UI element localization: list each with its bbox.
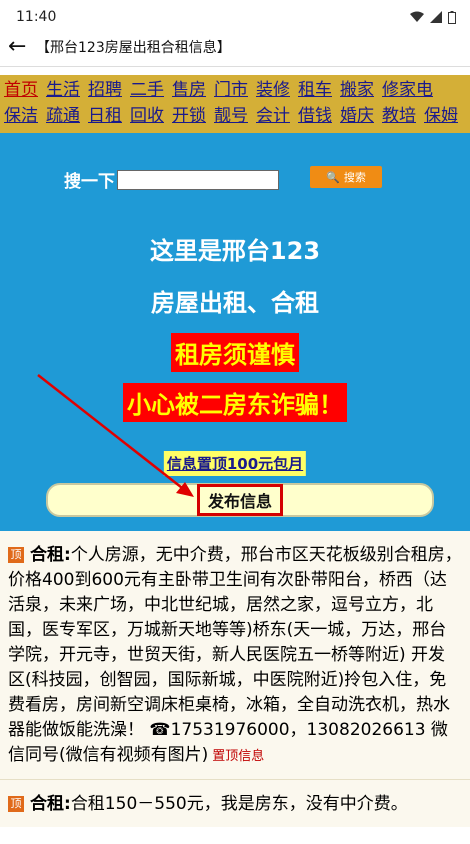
- nav-item-moving[interactable]: 搬家: [340, 79, 374, 101]
- category-nav: 首页 生活 招聘 二手 售房 门市 装修 租车 搬家 修家电 保洁 疏通 日租 …: [0, 75, 470, 133]
- nav-item-education[interactable]: 教培: [382, 105, 416, 127]
- nav-item-shop[interactable]: 门市: [214, 79, 248, 101]
- listing-text: 个人房源，无中介费，邢台市区天花板级别合租房，价格400到600元有主卧带卫生间…: [8, 545, 462, 765]
- nav-item-loan[interactable]: 借钱: [298, 105, 332, 127]
- nav-item-nanny[interactable]: 保姆: [424, 105, 458, 127]
- nav-item-car-rental[interactable]: 租车: [298, 79, 332, 101]
- status-time: 11:40: [16, 9, 57, 25]
- search-label: 搜一下: [64, 172, 115, 192]
- nav-item-cleaning[interactable]: 保洁: [4, 105, 38, 127]
- listing-kind: 合租:: [30, 545, 71, 565]
- status-icons: [410, 10, 456, 24]
- nav-item-jobs[interactable]: 招聘: [88, 79, 122, 101]
- nav-item-locksmith[interactable]: 开锁: [172, 105, 206, 127]
- search-row: 搜一下 🔍 搜索: [64, 166, 382, 192]
- promo-link[interactable]: 信息置顶100元包月: [163, 451, 307, 476]
- top-listing-link[interactable]: 置顶信息: [212, 749, 264, 764]
- nav-item-drain[interactable]: 疏通: [46, 105, 80, 127]
- listing-item[interactable]: 顶合租:合租150－550元，我是房东，没有中介费。: [0, 779, 470, 827]
- wifi-icon: [410, 11, 424, 22]
- publish-button[interactable]: 发布信息: [196, 484, 283, 516]
- search-icon: 🔍: [326, 170, 340, 184]
- nav-item-accounting[interactable]: 会计: [256, 105, 290, 127]
- nav-item-numbers[interactable]: 靓号: [214, 105, 248, 127]
- search-input[interactable]: [117, 169, 279, 190]
- publish-bar[interactable]: 发布信息: [46, 483, 434, 517]
- nav-item-appliance-repair[interactable]: 修家电: [382, 79, 433, 101]
- hero-banner: 搜一下 🔍 搜索 这里是邢台123 房屋出租、合租 租房须谨慎 小心被二房东诈骗…: [0, 133, 470, 531]
- nav-item-renovation[interactable]: 装修: [256, 79, 290, 101]
- listing-kind: 合租:: [30, 794, 71, 814]
- nav-item-house-sale[interactable]: 售房: [172, 79, 206, 101]
- search-button[interactable]: 🔍 搜索: [310, 166, 382, 188]
- listing-item[interactable]: 顶合租:个人房源，无中介费，邢台市区天花板级别合租房，价格400到600元有主卧…: [0, 531, 470, 779]
- warning-1: 租房须谨慎: [171, 333, 299, 372]
- nav-item-secondhand[interactable]: 二手: [130, 79, 164, 101]
- headline-1: 这里是邢台123: [149, 237, 321, 265]
- nav-item-daily-rent[interactable]: 日租: [88, 105, 122, 127]
- nav-item-life[interactable]: 生活: [46, 79, 80, 101]
- nav-item-home[interactable]: 首页: [4, 79, 38, 101]
- headline-2: 房屋出租、合租: [151, 289, 319, 317]
- back-arrow-icon[interactable]: ←: [8, 36, 36, 58]
- pin-badge: 顶: [8, 796, 24, 812]
- search-button-label: 搜索: [343, 171, 366, 184]
- page-title: 【邢台123房屋出租合租信息】: [36, 40, 231, 56]
- warning-2: 小心被二房东诈骗！: [123, 383, 347, 422]
- title-divider: [0, 66, 470, 67]
- status-bar: 11:40: [0, 0, 470, 34]
- nav-item-recycle[interactable]: 回收: [130, 105, 164, 127]
- nav-item-wedding[interactable]: 婚庆: [340, 105, 374, 127]
- pin-badge: 顶: [8, 547, 24, 563]
- title-bar: ← 【邢台123房屋出租合租信息】: [0, 34, 470, 60]
- signal-icon: [430, 11, 442, 23]
- battery-icon: [448, 10, 456, 24]
- listing-text: 合租150－550元，我是房东，没有中介费。: [70, 794, 408, 814]
